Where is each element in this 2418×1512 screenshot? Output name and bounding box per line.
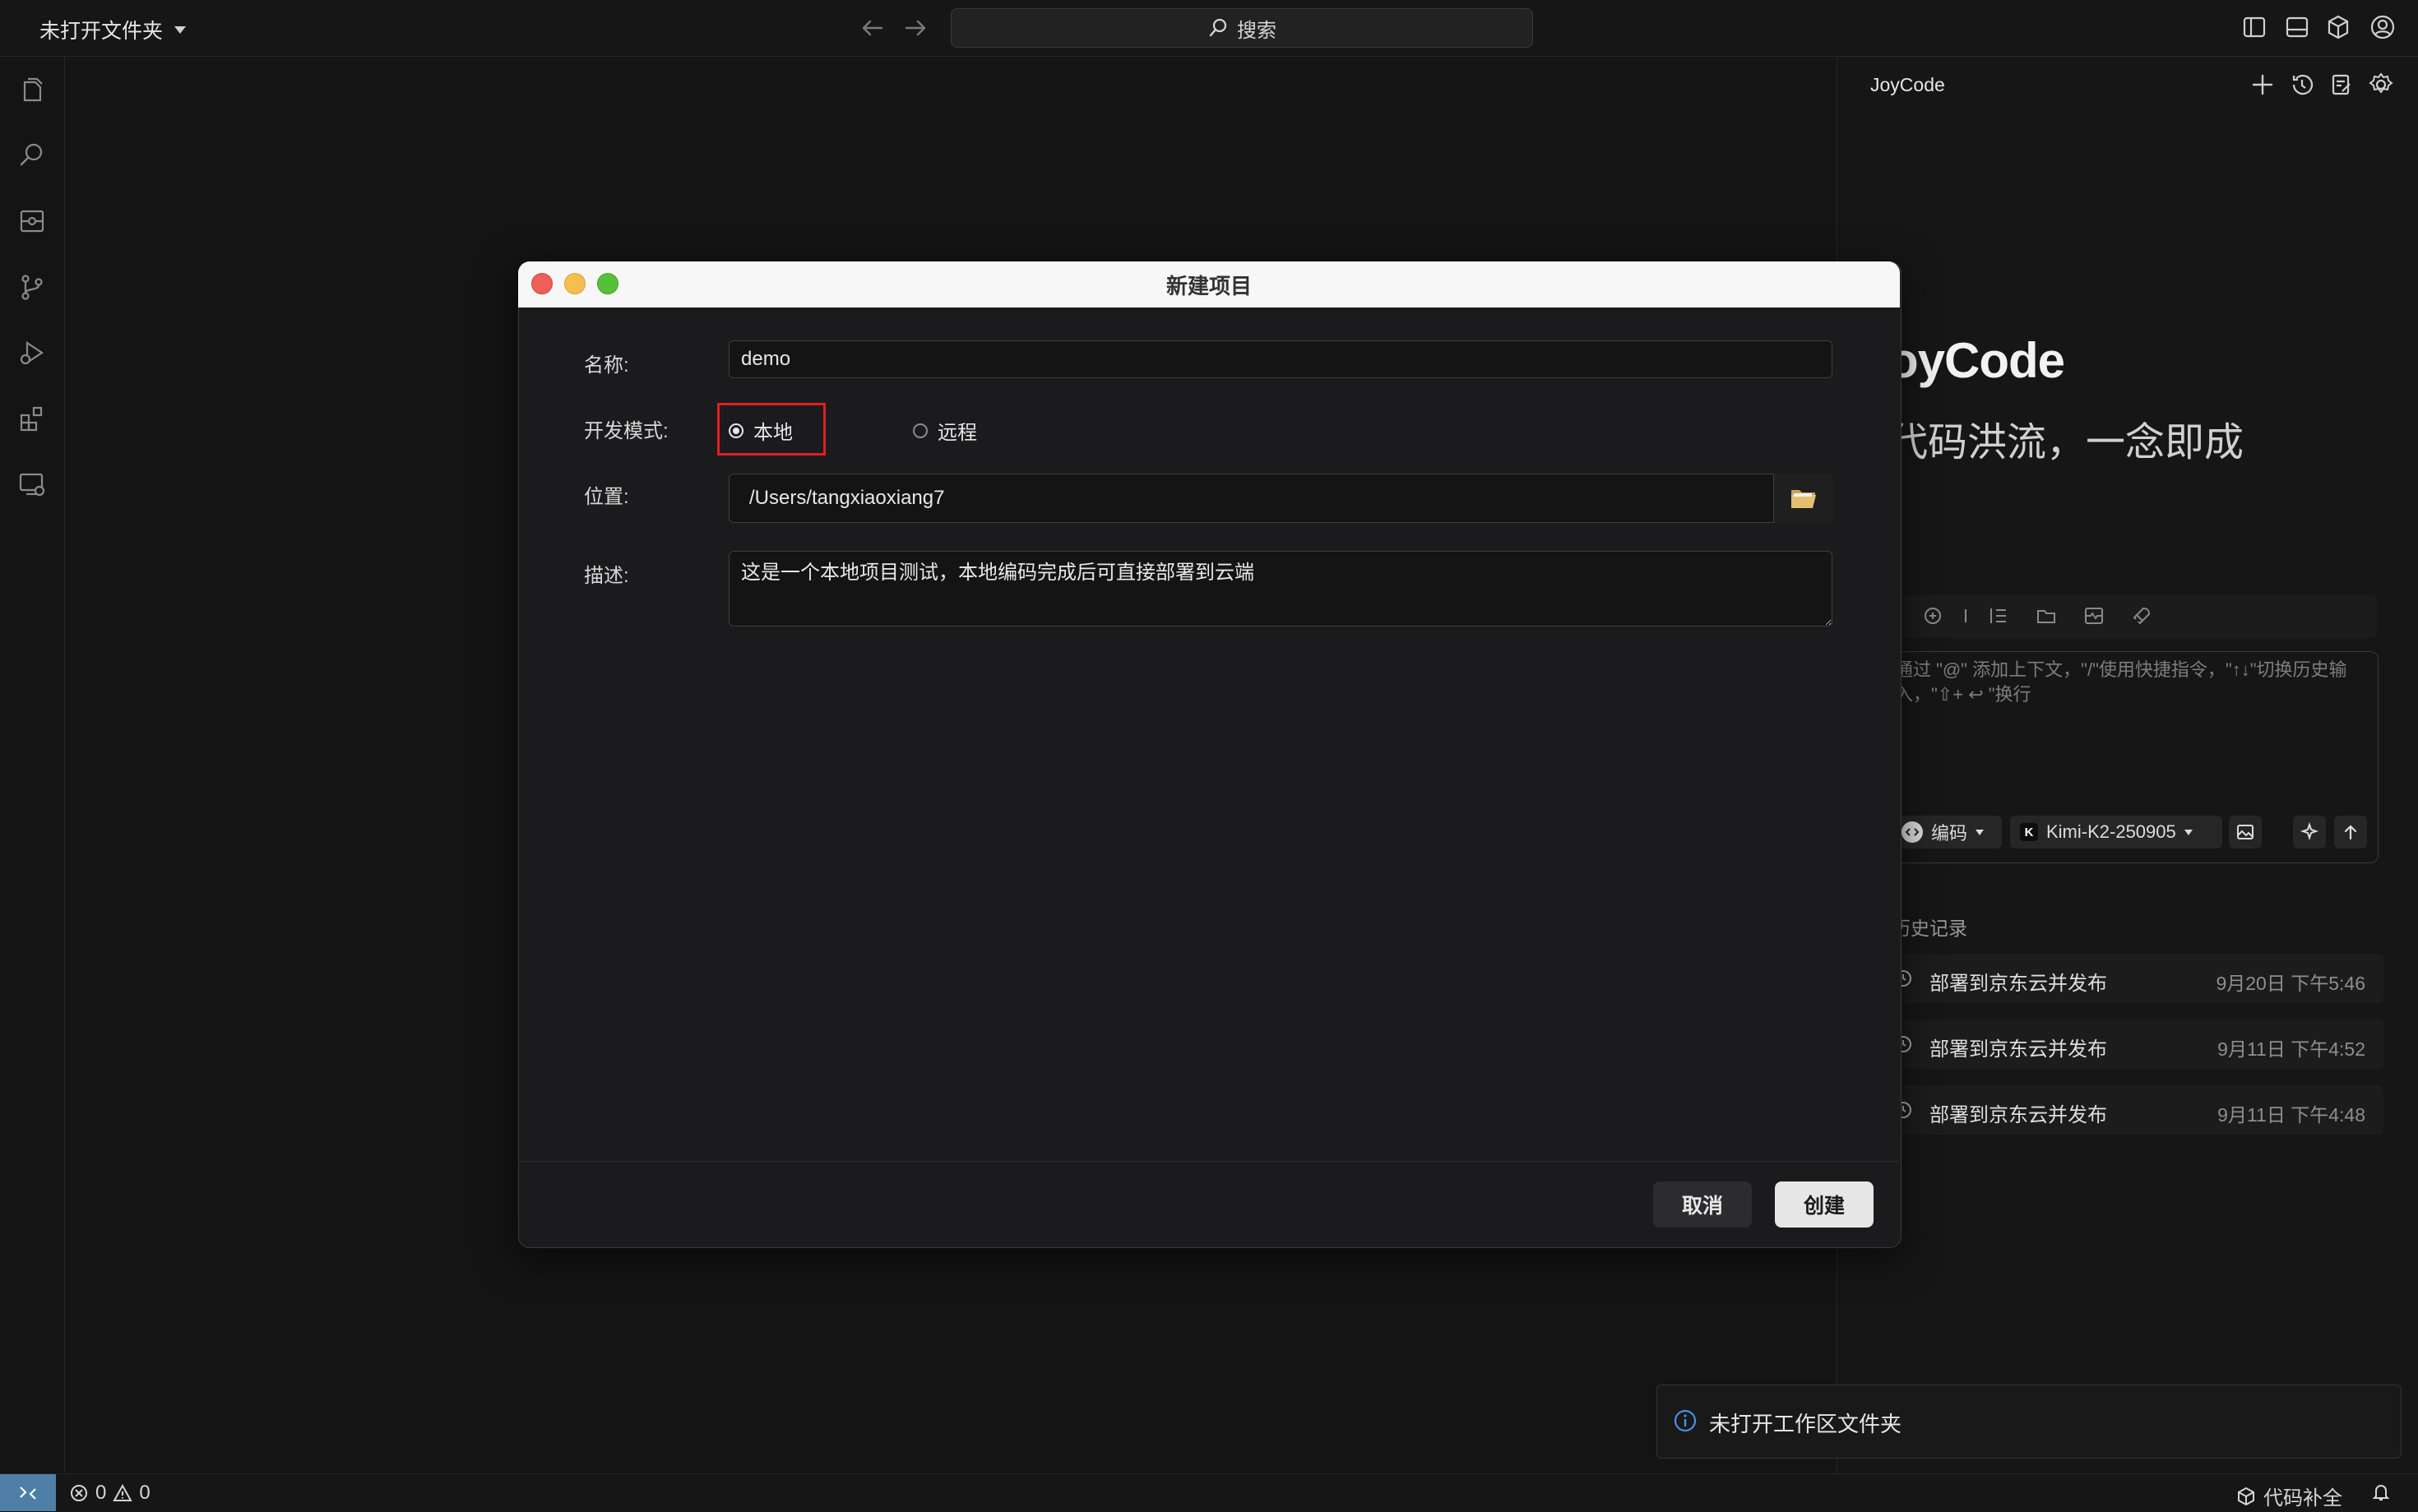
model-label: Kimi-K2-250905: [2046, 821, 2176, 842]
code-mode-icon: [1902, 821, 1923, 843]
brand-logo-text: oyCode: [1888, 333, 2065, 388]
history-item-title: 部署到京东云并发布: [1929, 1104, 2107, 1126]
dialog-footer-divider: [519, 1161, 1899, 1162]
dialog-title: 新建项目: [1165, 274, 1252, 298]
chevron-down-icon: [1976, 829, 1985, 835]
folder-title: 未打开文件夹: [39, 20, 164, 43]
error-count: 0: [95, 1482, 107, 1504]
add-comment-icon[interactable]: [1921, 604, 1944, 627]
location-input[interactable]: [729, 474, 1832, 523]
remote-explorer-icon[interactable]: [16, 469, 48, 500]
account-icon[interactable]: [2369, 13, 2397, 41]
search-box[interactable]: 搜索: [951, 8, 1533, 48]
settings-gear-icon[interactable]: [2367, 71, 2395, 99]
search-sidebar-icon[interactable]: [16, 140, 48, 171]
extensions-icon[interactable]: [16, 403, 48, 434]
explorer-icon[interactable]: [16, 74, 48, 105]
history-item-title: 部署到京东云并发布: [1929, 973, 2107, 995]
panel-title: JoyCode: [1870, 74, 1945, 95]
send-button[interactable]: [2334, 816, 2367, 848]
sparkle-enhance-button[interactable]: [2293, 816, 2326, 848]
problems-indicator[interactable]: 0 0: [69, 1482, 151, 1505]
activity-bar: [0, 57, 65, 1473]
radio-local-dot[interactable]: [729, 423, 743, 438]
folder-open-icon: [1791, 490, 1816, 508]
location-label: 位置:: [584, 486, 629, 508]
code-completion-status[interactable]: 代码补全: [2235, 1482, 2342, 1510]
warning-count: 0: [139, 1482, 151, 1504]
kimi-logo-icon: K: [2020, 823, 2038, 841]
toggle-primary-sidebar-icon[interactable]: [2240, 13, 2268, 41]
radio-local[interactable]: 本地: [729, 416, 793, 445]
mode-selector[interactable]: 编码: [1892, 816, 2002, 848]
radio-remote-dot[interactable]: [913, 423, 928, 438]
model-selector[interactable]: K Kimi-K2-250905: [2010, 816, 2222, 848]
chat-input-placeholder: 通过 "@" 添加上下文，"/"使用快捷指令，"↑↓"切换历史输入，"⇧+ ↩ …: [1895, 659, 2347, 705]
notifications-bell-icon[interactable]: [2370, 1482, 2392, 1503]
chevron-down-icon: [2184, 829, 2193, 835]
forward-arrow-icon[interactable]: [901, 14, 929, 42]
history-item-time: 9月20日 下午5:46: [2216, 973, 2365, 994]
git-branch-icon[interactable]: [16, 271, 48, 303]
project-name-input[interactable]: [729, 340, 1832, 378]
back-arrow-icon[interactable]: [859, 14, 887, 42]
chevron-down-icon: [174, 25, 187, 34]
folder-icon[interactable]: [2035, 604, 2058, 627]
history-item-time: 9月11日 下午4:52: [2217, 1038, 2365, 1060]
notification-text: 未打开工作区文件夹: [1709, 1412, 1902, 1436]
info-icon: [1673, 1408, 1698, 1433]
name-label: 名称:: [584, 354, 629, 377]
warning-icon: [113, 1483, 133, 1503]
description-textarea[interactable]: 这是一个本地项目测试，本地编码完成后可直接部署到云端: [729, 551, 1832, 627]
mode-label: 编码: [1931, 823, 1968, 844]
radio-remote[interactable]: 远程: [913, 416, 977, 445]
code-block-icon[interactable]: [2082, 604, 2105, 627]
code-completion-label: 代码补全: [2263, 1487, 2342, 1510]
image-upload-button[interactable]: [2229, 816, 2262, 848]
toolbar-divider: [1961, 604, 1984, 627]
rocket-icon[interactable]: [2130, 604, 2153, 627]
search-icon: [1207, 17, 1229, 39]
history-item-title: 部署到京东云并发布: [1929, 1038, 2107, 1061]
joycode-status-icon: [2235, 1486, 2257, 1507]
description-label: 描述:: [584, 565, 629, 587]
slogan: 代码洪流，一念即成: [1888, 421, 2244, 465]
list-icon[interactable]: [1987, 604, 2010, 627]
joycode-icon[interactable]: [2324, 13, 2352, 41]
history-icon[interactable]: [2288, 71, 2316, 99]
cancel-button[interactable]: 取消: [1653, 1181, 1752, 1228]
create-button[interactable]: 创建: [1775, 1181, 1874, 1228]
toggle-panel-icon[interactable]: [2283, 13, 2311, 41]
edit-note-icon[interactable]: [2328, 71, 2355, 99]
radio-local-label: 本地: [753, 422, 793, 444]
dev-mode-label: 开发模式:: [584, 420, 669, 442]
new-chat-icon[interactable]: [2249, 71, 2277, 99]
remote-indicator-button[interactable]: [0, 1474, 56, 1511]
folder-menu[interactable]: 未打开文件夹: [39, 15, 187, 44]
status-bar: [0, 1473, 2418, 1512]
history-item-time: 9月11日 下午4:48: [2217, 1104, 2365, 1126]
radio-remote-label: 远程: [938, 422, 977, 444]
search-label: 搜索: [1237, 19, 1276, 42]
error-icon: [69, 1483, 89, 1503]
browse-folder-button[interactable]: [1773, 474, 1833, 523]
history-title: 历史记录: [1892, 918, 1967, 939]
run-debug-icon[interactable]: [16, 337, 48, 368]
source-control-panel-icon[interactable]: [16, 206, 48, 237]
remote-icon: [20, 1486, 36, 1500]
